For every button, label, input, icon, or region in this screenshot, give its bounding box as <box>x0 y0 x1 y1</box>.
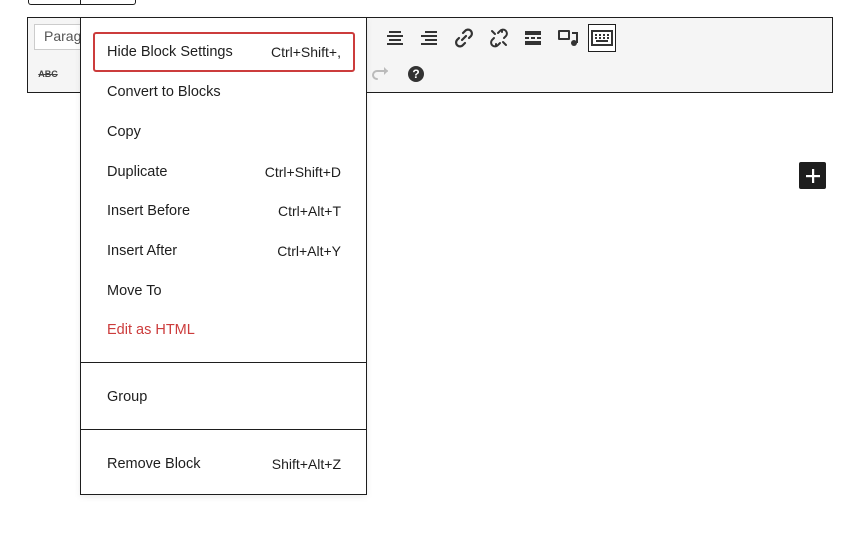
link-icon[interactable] <box>450 24 478 52</box>
menu-item-label: Move To <box>107 283 162 299</box>
help-icon[interactable]: ? <box>402 60 430 88</box>
top-button-left[interactable] <box>28 0 82 5</box>
menu-item-edit-as-html[interactable]: Edit as HTML <box>93 310 355 350</box>
menu-item-convert-to-blocks[interactable]: Convert to Blocks <box>93 72 355 112</box>
menu-separator <box>81 362 366 363</box>
unlink-icon[interactable] <box>485 24 513 52</box>
read-more-icon[interactable] <box>519 24 547 52</box>
menu-item-label: Remove Block <box>107 456 201 472</box>
menu-item-label: Duplicate <box>107 164 168 180</box>
align-center-icon[interactable] <box>381 24 409 52</box>
add-media-icon[interactable] <box>554 24 582 52</box>
menu-item-insert-before[interactable]: Insert Before Ctrl+Alt+T <box>93 191 355 231</box>
menu-item-duplicate[interactable]: Duplicate Ctrl+Shift+D <box>93 152 355 192</box>
add-block-button[interactable] <box>799 162 826 189</box>
redo-icon[interactable] <box>367 60 395 88</box>
align-right-icon[interactable] <box>415 24 443 52</box>
menu-item-label: Convert to Blocks <box>107 84 221 100</box>
menu-item-insert-after[interactable]: Insert After Ctrl+Alt+Y <box>93 231 355 271</box>
plus-icon <box>805 168 820 183</box>
menu-item-remove-block[interactable]: Remove Block Shift+Alt+Z <box>93 444 355 484</box>
menu-item-label: Insert After <box>107 243 178 259</box>
menu-item-hide-block-settings[interactable]: Hide Block Settings Ctrl+Shift+, <box>93 32 355 72</box>
menu-item-label: Insert Before <box>107 203 191 219</box>
menu-item-shortcut: Ctrl+Alt+Y <box>277 243 341 259</box>
menu-item-copy[interactable]: Copy <box>93 112 355 152</box>
block-settings-menu: Hide Block Settings Ctrl+Shift+, Convert… <box>80 17 367 495</box>
menu-item-label: Group <box>107 389 148 405</box>
menu-item-move-to[interactable]: Move To <box>93 271 355 311</box>
menu-item-shortcut: Shift+Alt+Z <box>271 456 341 472</box>
menu-item-label: Edit as HTML <box>107 322 195 338</box>
menu-item-shortcut: Ctrl+Shift+D <box>264 164 341 180</box>
toolbar-toggle-icon[interactable] <box>588 24 616 52</box>
menu-item-label: Copy <box>107 124 141 140</box>
menu-item-label: Hide Block Settings <box>107 44 233 60</box>
menu-separator <box>81 429 366 430</box>
top-button-right[interactable] <box>80 0 136 5</box>
menu-item-shortcut: Ctrl+Alt+T <box>277 203 341 219</box>
menu-item-shortcut: Ctrl+Shift+, <box>270 44 341 60</box>
menu-item-group[interactable]: Group <box>93 377 355 417</box>
strikethrough-icon[interactable]: ABC <box>34 60 62 88</box>
